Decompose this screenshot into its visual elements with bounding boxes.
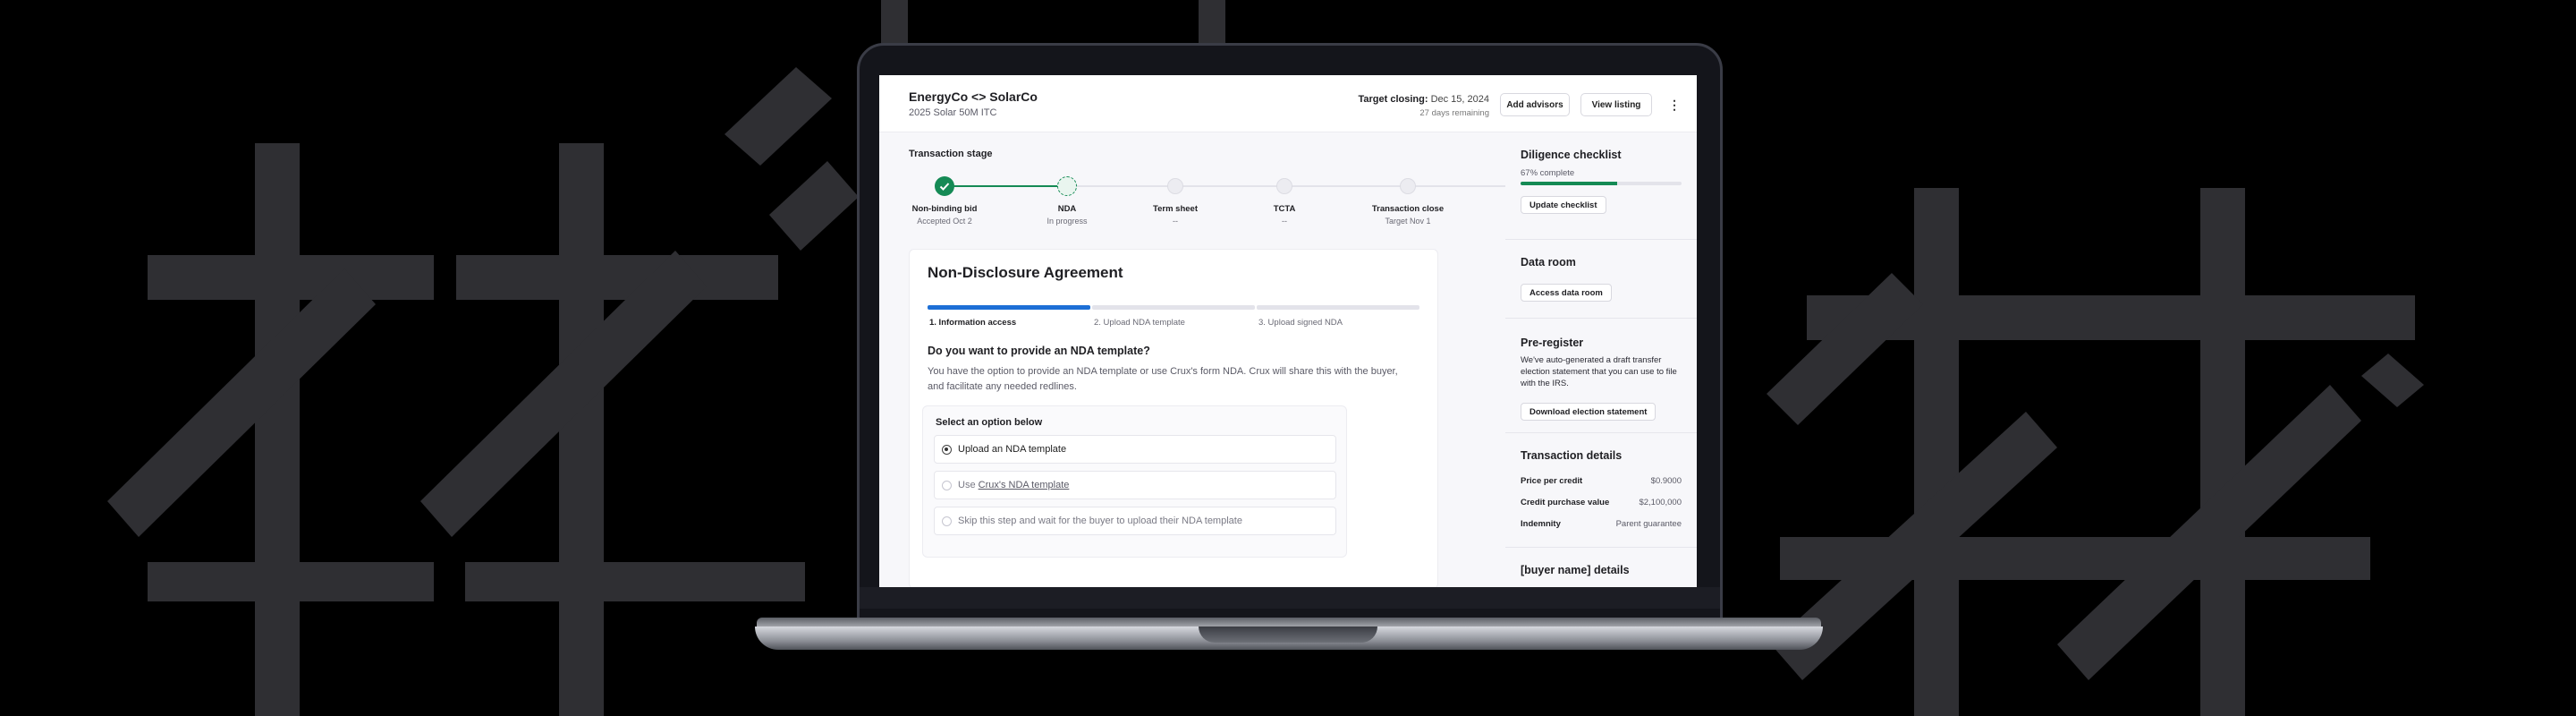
stage-track-remaining xyxy=(1070,185,1553,187)
laptop-bezel xyxy=(860,587,1720,609)
data-room-title: Data room xyxy=(1521,256,1576,268)
data-room-section: Data room Access data room xyxy=(1505,240,1697,319)
nda-step-label[interactable]: 2. Upload NDA template xyxy=(1094,318,1185,328)
access-data-room-button[interactable]: Access data room xyxy=(1521,284,1612,302)
pre-register-section: Pre-register We've auto-generated a draf… xyxy=(1505,319,1697,433)
nda-step-label[interactable]: 3. Upload signed NDA xyxy=(1258,318,1343,328)
add-advisors-button[interactable]: Add advisors xyxy=(1500,93,1570,116)
laptop-notch xyxy=(1199,626,1377,643)
detail-key: Indemnity xyxy=(1521,519,1561,529)
transaction-details-section: Transaction details Price per credit $0.9… xyxy=(1505,433,1697,548)
update-checklist-button[interactable]: Update checklist xyxy=(1521,196,1606,214)
detail-value: Parent guarantee xyxy=(1615,519,1682,529)
option-label: Upload an NDA template xyxy=(958,444,1067,455)
pre-register-title: Pre-register xyxy=(1521,337,1584,349)
stage-track-complete xyxy=(945,185,1070,187)
option-label-prefix: Use xyxy=(958,480,979,490)
nda-title: Non-Disclosure Agreement xyxy=(928,264,1123,281)
stage-step-status: Target Nov 1 xyxy=(1385,217,1431,226)
diligence-checklist-section: Diligence checklist 67% complete Update … xyxy=(1505,132,1697,240)
stage-step-name: Term sheet xyxy=(1153,204,1198,214)
buyer-details-title: [buyer name] details xyxy=(1521,564,1630,576)
target-closing: Target closing: Dec 15, 2024 xyxy=(1358,94,1489,105)
stage-step-name: Transaction close xyxy=(1371,204,1445,214)
nda-step-bar xyxy=(1257,305,1419,310)
stage-step-status: In progress xyxy=(1046,217,1088,226)
days-remaining: 27 days remaining xyxy=(1419,108,1489,118)
option-label: Use Crux's NDA template xyxy=(958,480,1069,490)
stage-step-status: Accepted Oct 2 xyxy=(917,217,972,226)
detail-key: Credit purchase value xyxy=(1521,498,1610,507)
stage-step-name: Non-binding bid xyxy=(911,204,978,214)
nda-step-bar xyxy=(1092,305,1255,310)
checklist-title: Diligence checklist xyxy=(1521,149,1622,161)
radio-icon[interactable] xyxy=(942,516,952,526)
checklist-progress-fill xyxy=(1521,182,1617,185)
checklist-progress-text: 67% complete xyxy=(1521,168,1575,178)
option-skip-step[interactable]: Skip this step and wait for the buyer to… xyxy=(934,507,1336,535)
detail-key: Price per credit xyxy=(1521,476,1583,486)
crux-nda-template-link[interactable]: Crux's NDA template xyxy=(979,480,1070,490)
transaction-details-title: Transaction details xyxy=(1521,449,1623,462)
nda-step-label[interactable]: 1. Information access xyxy=(929,318,1016,328)
nda-card: Non-Disclosure Agreement 1. Information … xyxy=(909,249,1438,587)
option-label: Skip this step and wait for the buyer to… xyxy=(958,516,1242,526)
checklist-progress-bar xyxy=(1521,182,1682,185)
detail-row: Credit purchase value $2,100,000 xyxy=(1521,498,1682,507)
stage-step-current-icon xyxy=(1057,176,1077,196)
radio-selected-icon[interactable] xyxy=(942,445,952,455)
deal-subtitle: 2025 Solar 50M ITC xyxy=(909,107,997,118)
more-options-icon[interactable]: ⋮ xyxy=(1668,97,1681,113)
stage-step-status: -- xyxy=(1173,217,1178,226)
detail-value: $0.9000 xyxy=(1650,476,1682,486)
detail-value: $2,100,000 xyxy=(1639,498,1682,507)
stage-step-name: NDA xyxy=(1057,204,1077,214)
app-screen: EnergyCo <> SolarCo 2025 Solar 50M ITC T… xyxy=(879,75,1697,587)
stage-step-done-icon xyxy=(935,176,954,196)
stage-step-status: -- xyxy=(1282,217,1287,226)
stage-step-name: TCTA xyxy=(1273,204,1296,214)
options-title: Select an option below xyxy=(936,417,1043,428)
pre-register-text: We've auto-generated a draft transfer el… xyxy=(1521,355,1677,388)
nda-step-bar-active xyxy=(928,305,1090,310)
target-closing-label: Target closing: xyxy=(1358,94,1428,105)
option-upload-template[interactable]: Upload an NDA template xyxy=(934,435,1336,464)
option-use-crux-template[interactable]: Use Crux's NDA template xyxy=(934,471,1336,499)
nda-question: Do you want to provide an NDA template? xyxy=(928,345,1150,357)
app-header: EnergyCo <> SolarCo 2025 Solar 50M ITC T… xyxy=(879,75,1697,132)
nda-description: You have the option to provide an NDA te… xyxy=(928,366,1398,392)
transaction-stage-label: Transaction stage xyxy=(909,149,993,159)
stage-step-todo-icon xyxy=(1167,178,1183,194)
detail-row: Price per credit $0.9000 xyxy=(1521,476,1682,486)
download-election-statement-button[interactable]: Download election statement xyxy=(1521,403,1657,421)
deal-title: EnergyCo <> SolarCo xyxy=(909,90,1038,104)
stage-step-todo-icon xyxy=(1400,178,1416,194)
stage-step-todo-icon xyxy=(1276,178,1292,194)
detail-row: Indemnity Parent guarantee xyxy=(1521,519,1682,529)
target-closing-date: Dec 15, 2024 xyxy=(1430,94,1489,105)
main-content: Transaction stage Non-binding bid Accept… xyxy=(879,132,1553,587)
nda-options-panel: Select an option below Upload an NDA tem… xyxy=(922,405,1347,558)
view-listing-button[interactable]: View listing xyxy=(1580,93,1652,116)
radio-icon[interactable] xyxy=(942,481,952,490)
right-sidebar: Diligence checklist 67% complete Update … xyxy=(1505,132,1697,587)
